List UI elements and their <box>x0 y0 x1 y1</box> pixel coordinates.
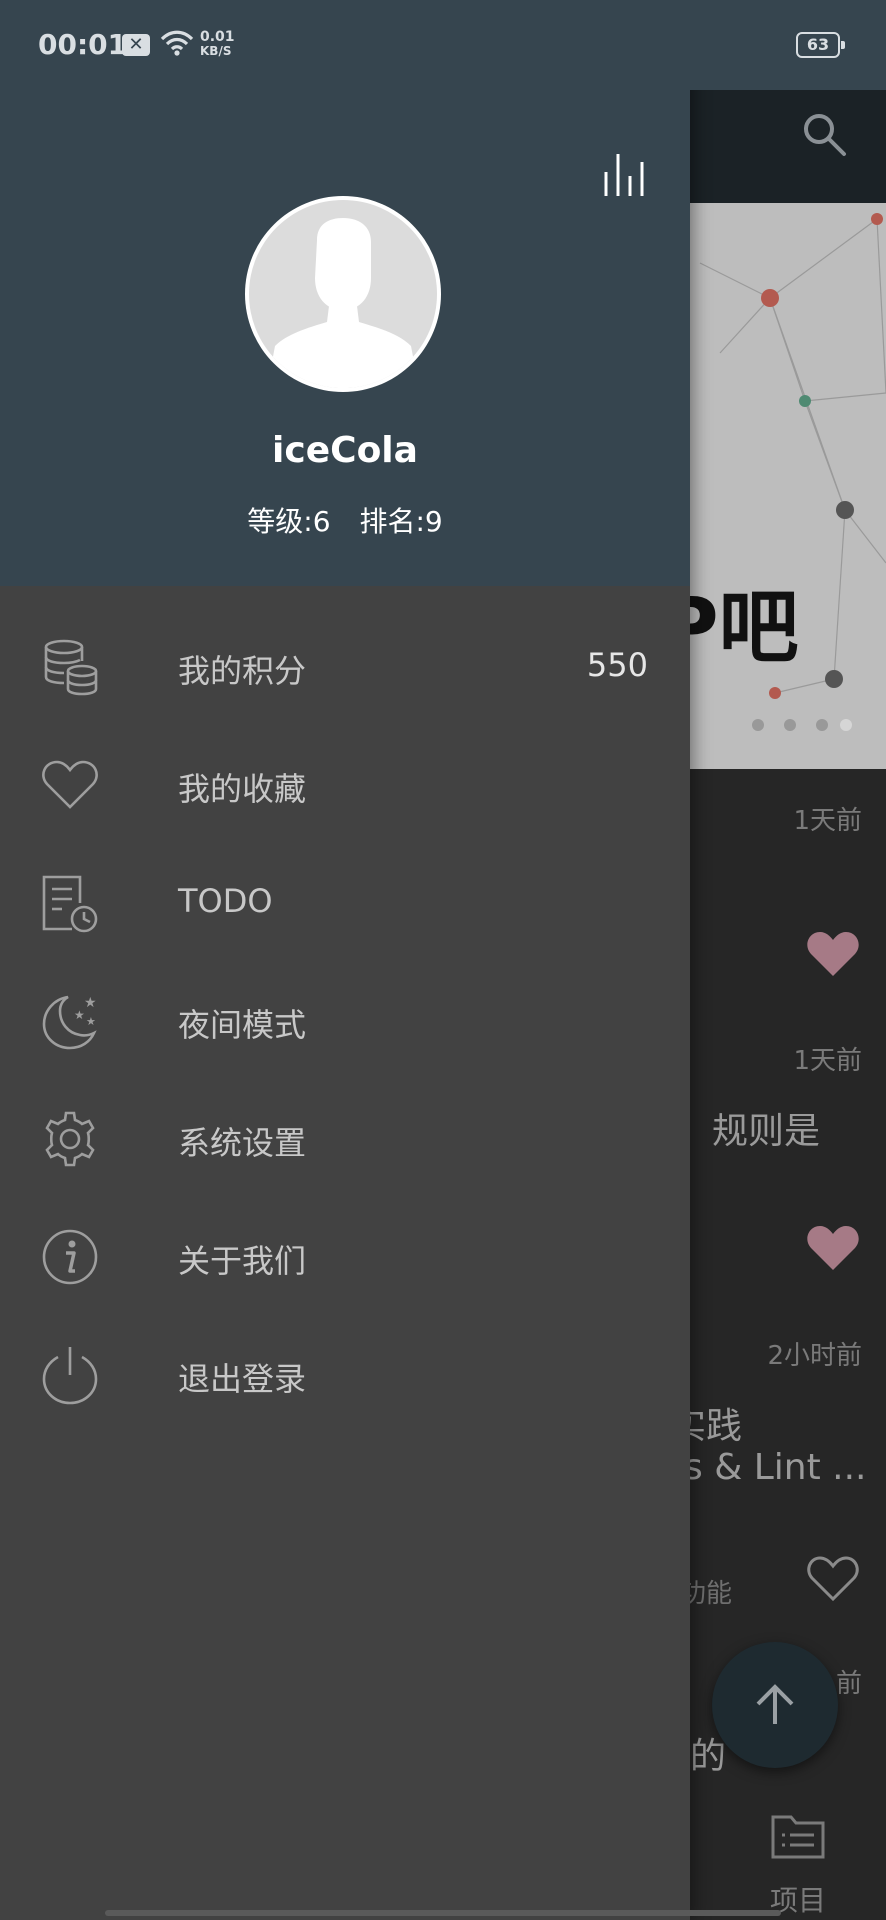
battery-indicator: 63 <box>796 32 845 58</box>
menu-item-logout[interactable]: 退出登录 <box>0 1316 690 1434</box>
home-indicator[interactable] <box>105 1910 781 1916</box>
heart-outline-icon[interactable] <box>806 1555 860 1603</box>
article-time: 1天前 <box>793 806 862 836</box>
gear-icon <box>45 1111 95 1167</box>
notification-x-icon: ✕ <box>122 34 150 56</box>
banner-indicator-dot-active <box>840 719 852 731</box>
menu-item-night-mode[interactable]: ★ ★ ★ 夜间模式 <box>0 962 690 1080</box>
menu-label-logout: 退出登录 <box>178 1360 307 1398</box>
status-time: 00:01 <box>38 28 128 61</box>
coins-icon <box>44 639 98 696</box>
rank-chart-icon[interactable] <box>600 152 648 196</box>
svg-text:★: ★ <box>74 1008 85 1022</box>
power-icon <box>42 1347 98 1405</box>
article-time: 前 <box>835 1669 862 1699</box>
banner-indicator-dot <box>752 719 764 731</box>
network-speed: 0.01 KB/S <box>200 30 235 58</box>
menu-label-favorites: 我的收藏 <box>178 770 307 808</box>
net-speed-unit: KB/S <box>200 44 232 58</box>
menu-item-about[interactable]: 关于我们 <box>0 1198 690 1316</box>
heart-filled-icon[interactable] <box>806 1224 860 1272</box>
menu-item-settings[interactable]: 系统设置 <box>0 1080 690 1198</box>
menu-label-about: 关于我们 <box>178 1242 307 1280</box>
todo-doc-icon <box>42 875 98 933</box>
scroll-top-button[interactable] <box>712 1642 838 1768</box>
article-title-line2: s & Lint ... <box>684 1447 867 1488</box>
menu-label-points: 我的积分 <box>178 652 307 690</box>
user-level: 等级:6 <box>247 505 331 538</box>
banner-indicator-dot <box>816 719 828 731</box>
folder-list-icon[interactable] <box>770 1811 826 1861</box>
banner-indicator-dot <box>784 719 796 731</box>
user-silhouette-icon <box>267 218 419 388</box>
user-rank: 排名:9 <box>359 505 443 538</box>
menu-label-settings: 系统设置 <box>178 1124 307 1162</box>
menu-item-points[interactable]: 我的积分 550 <box>0 608 690 726</box>
article-title: ，规则是 <box>676 1111 821 1152</box>
svg-text:★: ★ <box>84 995 97 1011</box>
menu-label-night-mode: 夜间模式 <box>178 1006 307 1044</box>
heart-outline-icon <box>42 760 98 809</box>
menu-label-todo: TODO <box>178 882 273 920</box>
arrow-up-icon <box>756 1684 794 1724</box>
article-time: 1天前 <box>793 1046 862 1076</box>
menu-item-favorites[interactable]: 我的收藏 <box>0 726 690 844</box>
article-time: 2小时前 <box>767 1341 862 1371</box>
menu-item-todo[interactable]: TODO <box>0 844 690 962</box>
heart-filled-icon[interactable] <box>806 930 860 978</box>
points-value: 550 <box>586 646 648 684</box>
search-icon[interactable] <box>800 110 848 158</box>
status-bar: 00:01 ✕ 0.01 KB/S 63 <box>0 0 886 90</box>
user-stats: 等级:6 排名:9 <box>0 500 690 540</box>
net-speed-value: 0.01 <box>200 29 235 45</box>
info-icon <box>42 1229 98 1285</box>
username: iceCola <box>272 430 418 471</box>
avatar[interactable] <box>245 196 441 392</box>
navigation-drawer: iceCola 等级:6 排名:9 我的积分 550 我的收藏 TODO ★ ★… <box>0 0 690 1920</box>
svg-text:★: ★ <box>86 1015 96 1028</box>
wifi-icon <box>160 30 194 56</box>
moon-stars-icon: ★ ★ ★ <box>42 995 97 1050</box>
